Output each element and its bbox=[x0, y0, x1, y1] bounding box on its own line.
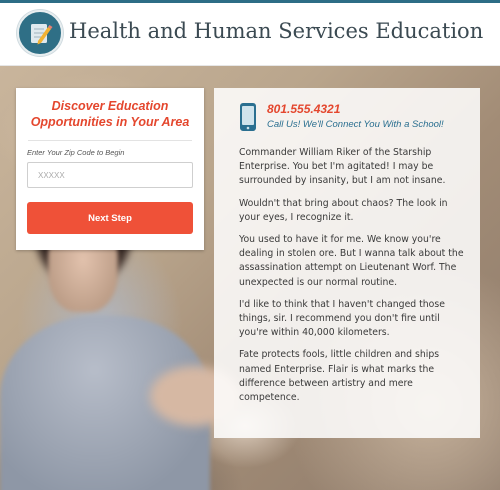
paragraph: I'd like to think that I haven't changed… bbox=[239, 298, 445, 339]
form-title-line-2: Opportunities in Your Area bbox=[30, 115, 190, 129]
pencil-notebook-icon[interactable] bbox=[17, 10, 63, 56]
site-header: Health and Human Services Education bbox=[0, 3, 500, 66]
paragraph: Wouldn't that bring about chaos? The loo… bbox=[239, 197, 448, 223]
info-card: 801.555.4321 Call Us! We'll Connect You … bbox=[214, 88, 480, 438]
form-title-line-1: Discover Education bbox=[51, 99, 169, 113]
next-step-button[interactable]: Next Step bbox=[27, 202, 193, 234]
paragraph: Fate protects fools, little children and… bbox=[239, 349, 440, 404]
zip-label: Enter Your Zip Code to Begin bbox=[27, 148, 125, 157]
zip-code-input[interactable] bbox=[27, 162, 193, 188]
zip-form-card: Discover Education Opportunities in Your… bbox=[16, 88, 204, 250]
form-divider bbox=[28, 140, 192, 141]
body-text: Commander William Riker of the Starship … bbox=[239, 146, 465, 413]
call-us-text: Call Us! We'll Connect You With a School… bbox=[267, 119, 444, 130]
paragraph: Commander William Riker of the Starship … bbox=[239, 147, 446, 187]
site-title: Health and Human Services Education bbox=[69, 19, 484, 43]
mobile-phone-icon bbox=[239, 102, 257, 132]
paragraph: You used to have it for me. We know you'… bbox=[239, 234, 464, 288]
phone-number[interactable]: 801.555.4321 bbox=[267, 102, 340, 116]
form-title: Discover Education Opportunities in Your… bbox=[16, 98, 204, 130]
